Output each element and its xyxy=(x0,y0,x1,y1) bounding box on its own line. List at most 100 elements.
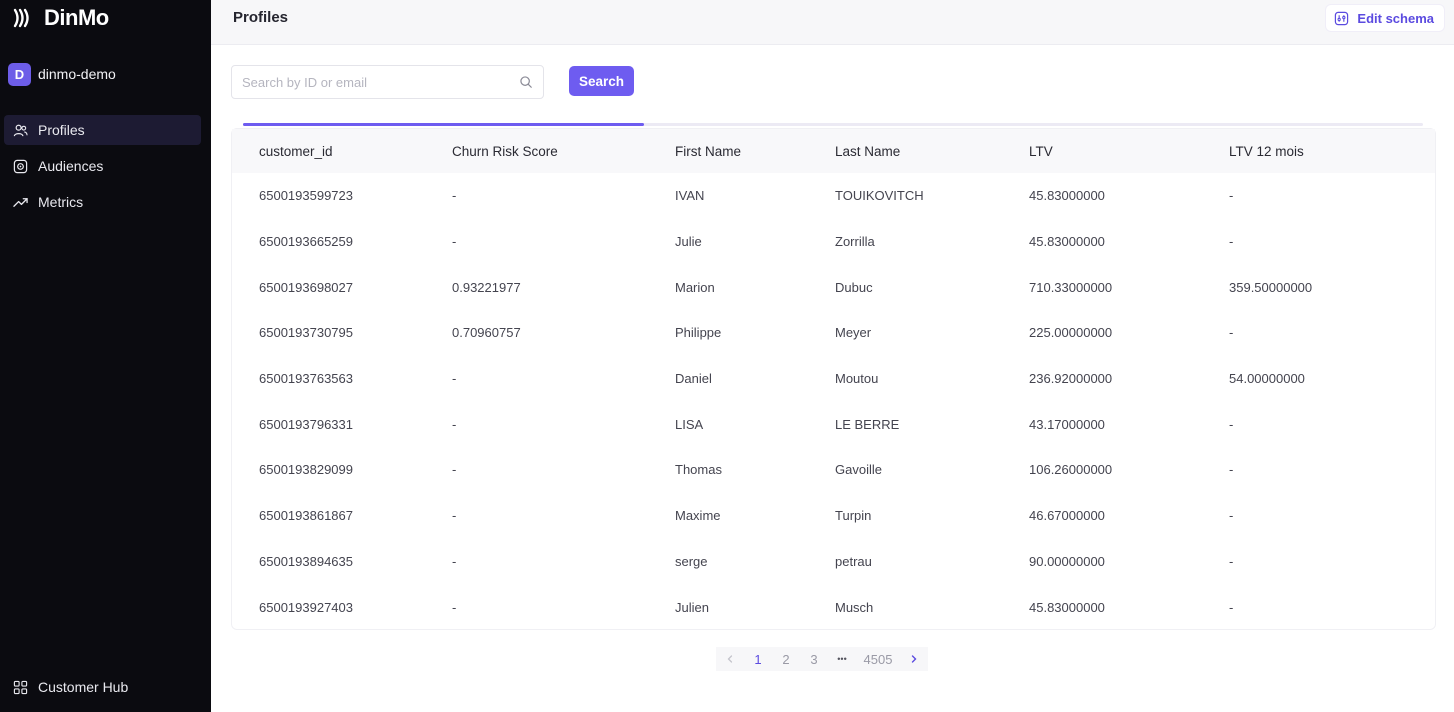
customer-hub-label: Customer Hub xyxy=(38,679,129,695)
cell-customer-id: 6500193763563 xyxy=(259,371,353,387)
cell-ltv: 45.83000000 xyxy=(1029,188,1105,204)
grid-icon xyxy=(13,680,28,694)
cell-ltv: 45.83000000 xyxy=(1029,599,1105,615)
table-row[interactable]: 6500193730795 0.70960757 Philippe Meyer … xyxy=(232,310,1435,356)
logo-text: DinMo xyxy=(44,5,109,30)
table-row[interactable]: 6500193894635 - serge petrau 90.00000000… xyxy=(232,539,1435,585)
cell-churn-risk: - xyxy=(452,508,457,524)
table-body: 6500193599723 - IVAN TOUIKOVITCH 45.8300… xyxy=(232,173,1435,630)
sidebar-item-label: Audiences xyxy=(38,158,104,174)
pagination-page-3[interactable]: 3 xyxy=(800,647,828,671)
column-header-ltv[interactable]: LTV xyxy=(1029,129,1229,173)
cell-last-name: Dubuc xyxy=(835,279,873,295)
pagination-ellipsis[interactable]: ••• xyxy=(828,647,856,671)
pagination-last-page[interactable]: 4505 xyxy=(856,647,900,671)
workspace-switcher[interactable]: D dinmo-demo xyxy=(8,62,116,86)
cell-churn-risk: - xyxy=(452,553,457,569)
pagination: 1 2 3 ••• 4505 xyxy=(716,647,928,671)
cell-first-name: IVAN xyxy=(675,188,705,204)
column-header-first-name[interactable]: First Name xyxy=(675,129,835,173)
cell-churn-risk: - xyxy=(452,371,457,387)
table-row[interactable]: 6500193665259 - Julie Zorrilla 45.830000… xyxy=(232,219,1435,265)
column-header-customer-id[interactable]: customer_id xyxy=(232,129,452,173)
search-field xyxy=(231,65,544,99)
cell-ltv-12: - xyxy=(1229,188,1234,204)
table-row[interactable]: 6500193698027 0.93221977 Marion Dubuc 71… xyxy=(232,264,1435,310)
sidebar-item-label: Profiles xyxy=(38,122,85,138)
cell-ltv-12: - xyxy=(1229,416,1234,432)
schema-icon xyxy=(1335,11,1349,25)
cell-ltv-12: - xyxy=(1229,462,1234,478)
column-header-last-name[interactable]: Last Name xyxy=(835,129,1029,173)
pagination-next-button[interactable] xyxy=(900,647,928,671)
cell-ltv-12: - xyxy=(1229,553,1234,569)
cell-first-name: Marion xyxy=(675,279,715,295)
table-row[interactable]: 6500193763563 - Daniel Moutou 236.920000… xyxy=(232,356,1435,402)
cell-customer-id: 6500193665259 xyxy=(259,234,353,250)
search-icon xyxy=(520,76,532,88)
app-logo[interactable]: DinMo xyxy=(12,4,109,32)
cell-last-name: TOUIKOVITCH xyxy=(835,188,924,204)
cell-ltv: 710.33000000 xyxy=(1029,279,1113,295)
cell-churn-risk: - xyxy=(452,416,457,432)
cell-ltv-12: - xyxy=(1229,508,1234,524)
workspace-avatar: D xyxy=(8,62,31,86)
cell-churn-risk: - xyxy=(452,462,457,478)
table-row[interactable]: 6500193927403 - Julien Musch 45.83000000… xyxy=(232,584,1435,630)
cell-customer-id: 6500193829099 xyxy=(259,462,353,478)
edit-schema-button[interactable]: Edit schema xyxy=(1326,5,1444,31)
cell-customer-id: 6500193698027 xyxy=(259,279,353,295)
cell-ltv-12: 54.00000000 xyxy=(1229,371,1305,387)
cell-last-name: Zorrilla xyxy=(835,234,875,250)
cell-ltv-12: - xyxy=(1229,599,1234,615)
cell-first-name: Julien xyxy=(675,599,709,615)
pagination-prev-button[interactable] xyxy=(716,647,744,671)
workspace-name: dinmo-demo xyxy=(38,66,116,82)
sidebar-item-profiles[interactable]: Profiles xyxy=(4,115,201,145)
cell-last-name: Meyer xyxy=(835,325,872,341)
cell-ltv: 45.83000000 xyxy=(1029,234,1105,250)
sidebar-item-label: Metrics xyxy=(38,194,84,210)
table-row[interactable]: 6500193796331 - LISA LE BERRE 43.1700000… xyxy=(232,401,1435,447)
cell-first-name: serge xyxy=(675,553,708,569)
search-input[interactable] xyxy=(242,74,519,90)
cell-ltv-12: 359.50000000 xyxy=(1229,279,1313,295)
cell-customer-id: 6500193796331 xyxy=(259,416,353,432)
table-row[interactable]: 6500193829099 - Thomas Gavoille 106.2600… xyxy=(232,447,1435,493)
cell-first-name: LISA xyxy=(675,416,704,432)
search-button[interactable]: Search xyxy=(569,66,634,96)
cell-last-name: Moutou xyxy=(835,371,879,387)
horizontal-scrollbar-thumb[interactable] xyxy=(243,123,644,126)
pagination-page-1[interactable]: 1 xyxy=(744,647,772,671)
sidebar-item-customer-hub[interactable]: Customer Hub xyxy=(4,672,201,702)
column-header-ltv-12[interactable]: LTV 12 mois xyxy=(1229,129,1435,173)
profiles-table: customer_id Churn Risk Score First Name … xyxy=(231,128,1436,630)
cell-first-name: Maxime xyxy=(675,508,721,524)
sidebar-nav: Profiles Audiences Metrics xyxy=(4,115,201,223)
users-icon xyxy=(13,124,28,136)
cell-first-name: Julie xyxy=(675,234,702,250)
table-row[interactable]: 6500193861867 - Maxime Turpin 46.6700000… xyxy=(232,493,1435,539)
cell-churn-risk: 0.70960757 xyxy=(452,325,521,341)
cell-churn-risk: - xyxy=(452,234,457,250)
cell-ltv: 106.26000000 xyxy=(1029,462,1113,478)
cell-last-name: Gavoille xyxy=(835,462,882,478)
cell-customer-id: 6500193599723 xyxy=(259,188,353,204)
page-header: Profiles Edit schema xyxy=(211,0,1454,45)
cell-last-name: petrau xyxy=(835,553,872,569)
table-header-row: customer_id Churn Risk Score First Name … xyxy=(232,129,1435,173)
column-header-churn-risk[interactable]: Churn Risk Score xyxy=(452,129,675,173)
sidebar-item-metrics[interactable]: Metrics xyxy=(4,187,201,217)
table-row[interactable]: 6500193599723 - IVAN TOUIKOVITCH 45.8300… xyxy=(232,173,1435,219)
cell-customer-id: 6500193861867 xyxy=(259,508,353,524)
cell-last-name: LE BERRE xyxy=(835,416,900,432)
cell-ltv: 90.00000000 xyxy=(1029,553,1105,569)
sidebar: DinMo D dinmo-demo Profiles Audiences Me… xyxy=(0,0,211,712)
cell-ltv: 236.92000000 xyxy=(1029,371,1113,387)
sidebar-item-audiences[interactable]: Audiences xyxy=(4,151,201,181)
logo-waves-icon xyxy=(13,8,29,28)
pagination-page-2[interactable]: 2 xyxy=(772,647,800,671)
cell-ltv: 225.00000000 xyxy=(1029,325,1113,341)
cell-last-name: Musch xyxy=(835,599,874,615)
cell-first-name: Thomas xyxy=(675,462,722,478)
